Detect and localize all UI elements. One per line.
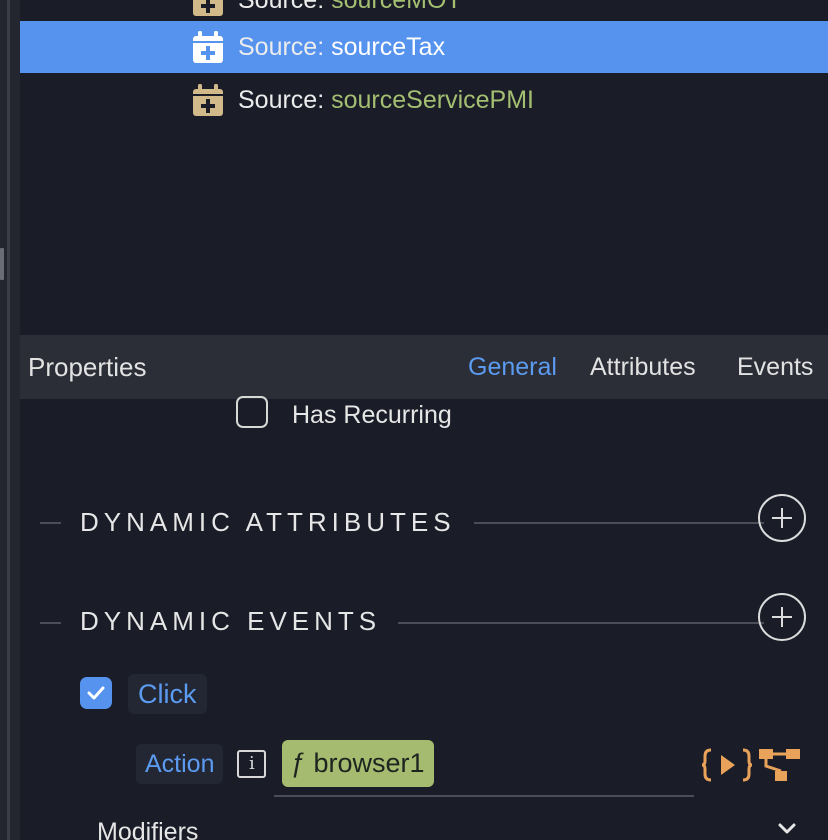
tab-attributes[interactable]: Attributes (590, 353, 696, 382)
code-braces-icon[interactable] (702, 747, 752, 783)
scroll-thumb[interactable] (0, 248, 4, 280)
calendar-plus-icon (193, 31, 223, 63)
tree-item-sourcetax[interactable]: Source: sourceTax (20, 21, 828, 73)
left-gutter (0, 0, 20, 840)
tree-item-label: Source: sourceTax (238, 32, 446, 61)
flow-diagram-icon[interactable] (758, 748, 802, 782)
tab-events[interactable]: Events (737, 353, 813, 382)
dynamic-events-title: DYNAMIC EVENTS (80, 606, 382, 636)
add-dynamic-event-button[interactable] (758, 593, 806, 641)
dynamic-attributes-title: DYNAMIC ATTRIBUTES (80, 507, 456, 537)
check-icon (87, 686, 105, 700)
has-recurring-label: Has Recurring (292, 401, 452, 429)
chevron-down-icon[interactable] (777, 822, 797, 836)
tab-general[interactable]: General (468, 353, 557, 382)
action-function-value[interactable]: ƒ browser1 (282, 740, 434, 787)
action-field-underline (274, 795, 694, 797)
calendar-plus-icon (193, 84, 223, 116)
has-recurring-checkbox[interactable] (236, 396, 268, 428)
tree-item-sourceservicepmi[interactable]: Source: sourceServicePMI (20, 74, 828, 126)
section-divider (398, 622, 764, 624)
scroll-track (7, 0, 10, 840)
click-event-label[interactable]: Click (128, 674, 207, 714)
tree-item-label: Source: sourceMOT (238, 0, 462, 15)
calendar-plus-icon (193, 0, 223, 16)
action-label: Action (136, 744, 224, 784)
properties-title: Properties (28, 351, 147, 382)
section-divider (40, 522, 61, 524)
properties-header: Properties General Attributes Events (20, 335, 828, 399)
tree-item-label: Source: sourceServicePMI (238, 85, 534, 114)
add-dynamic-attribute-button[interactable] (758, 494, 806, 542)
click-event-checkbox[interactable] (80, 677, 112, 709)
section-divider (474, 522, 764, 524)
modifiers-label: Modifiers (97, 818, 199, 840)
section-divider (40, 622, 61, 624)
info-icon[interactable]: i (237, 750, 266, 778)
source-tree: Source: sourceMOT Source: sourceTax Sour… (20, 0, 828, 335)
